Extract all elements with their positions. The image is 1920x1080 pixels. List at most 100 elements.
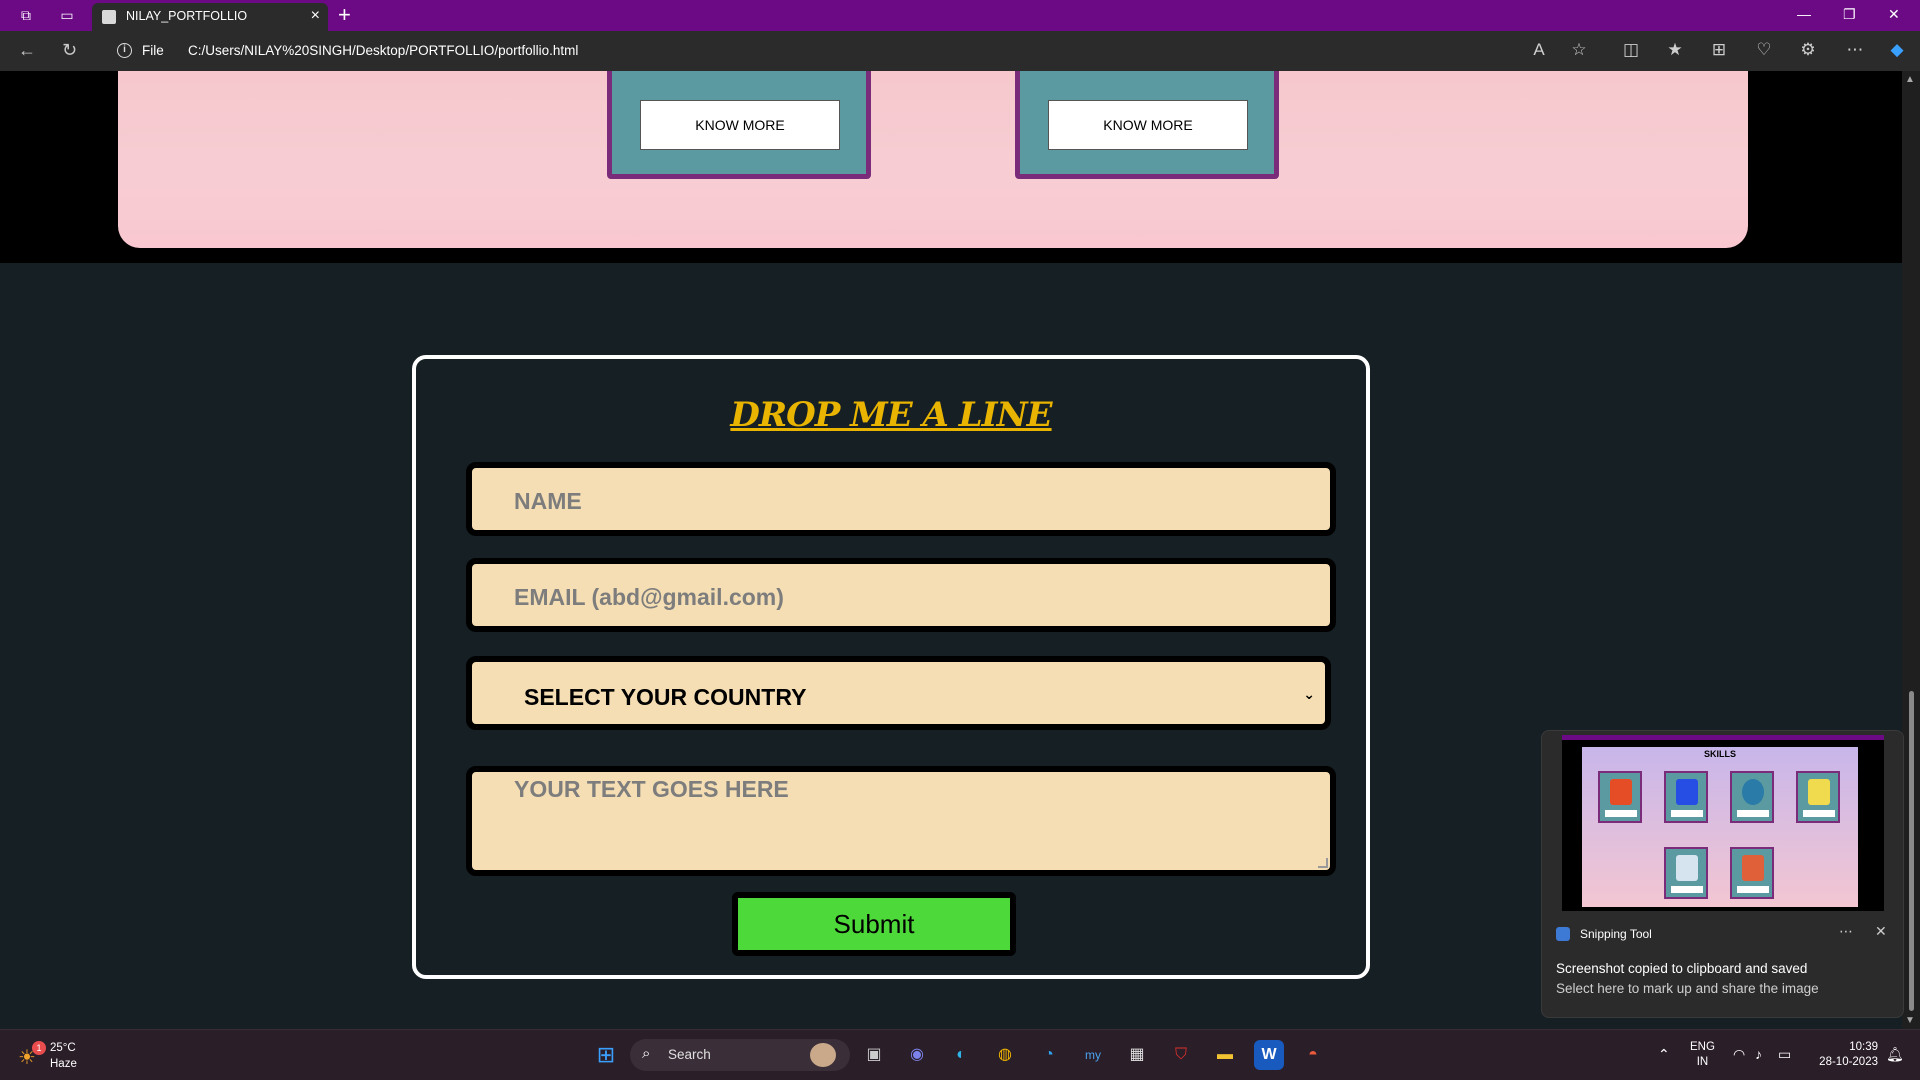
task-view-icon[interactable]: ▣ bbox=[859, 1040, 889, 1070]
lang-bottom: IN bbox=[1696, 1056, 1709, 1068]
browser-essentials-icon[interactable]: ♡ bbox=[1753, 40, 1775, 60]
notification-close-icon[interactable]: ✕ bbox=[1875, 923, 1887, 940]
tab-actions-icon[interactable]: ▭ bbox=[58, 7, 76, 23]
c-logo-icon bbox=[1676, 855, 1698, 881]
clock-date: 28-10-2023 bbox=[1819, 1056, 1878, 1068]
scroll-up-icon[interactable]: ▲ bbox=[1905, 74, 1915, 85]
notification-title: Screenshot copied to clipboard and saved bbox=[1556, 961, 1808, 976]
message-textarea[interactable]: YOUR TEXT GOES HERE bbox=[466, 766, 1336, 876]
submit-button[interactable]: Submit bbox=[732, 892, 1016, 956]
volume-icon[interactable]: ♪ bbox=[1755, 1046, 1762, 1062]
tool-logo-icon bbox=[1742, 779, 1764, 805]
workspaces-icon[interactable]: ⧉ bbox=[17, 7, 35, 23]
search-highlight-icon bbox=[810, 1043, 836, 1067]
page-favicon-icon bbox=[102, 10, 116, 24]
collections-icon[interactable]: ⊞ bbox=[1708, 40, 1730, 60]
preview-button bbox=[1605, 810, 1637, 817]
preview-tabbar bbox=[1562, 735, 1884, 740]
address-bar[interactable]: i File C:/Users/NILAY%20SINGH/Desktop/PO… bbox=[110, 36, 1600, 66]
search-label: Search bbox=[668, 1047, 711, 1062]
js-logo-icon bbox=[1808, 779, 1830, 805]
message-placeholder: YOUR TEXT GOES HERE bbox=[514, 776, 789, 802]
chrome-icon[interactable]: ◍ bbox=[990, 1040, 1020, 1070]
country-selected-value: SELECT YOUR COUNTRY bbox=[524, 684, 807, 710]
email-placeholder: EMAIL (abd@gmail.com) bbox=[514, 584, 784, 610]
preview-skill-card bbox=[1664, 771, 1708, 823]
chrome-canary-icon[interactable]: ◓ bbox=[1298, 1040, 1328, 1070]
favorites-icon[interactable]: ★ bbox=[1664, 40, 1686, 60]
java-logo-icon bbox=[1742, 855, 1764, 881]
preview-button bbox=[1803, 810, 1835, 817]
language-indicator[interactable]: ENG IN bbox=[1690, 1040, 1715, 1070]
copilot-icon[interactable]: ◆ bbox=[1886, 40, 1908, 60]
mcafee-icon[interactable]: my bbox=[1078, 1040, 1108, 1070]
scrollbar-thumb[interactable] bbox=[1909, 691, 1914, 1011]
split-screen-icon[interactable]: ◫ bbox=[1620, 40, 1642, 60]
preview-skill-card bbox=[1730, 771, 1774, 823]
minimize-icon[interactable]: — bbox=[1797, 6, 1811, 22]
word-icon[interactable]: W bbox=[1254, 1040, 1284, 1070]
email-input[interactable]: EMAIL (abd@gmail.com) bbox=[466, 558, 1336, 632]
more-options-icon[interactable]: ⋯ bbox=[1844, 40, 1866, 60]
windows-taskbar: ☀ 1 25°C Haze ⊞ ⌕ Search ▣ ◉ ◐ ◍ ◔ my ▦ … bbox=[0, 1029, 1920, 1080]
read-aloud-icon[interactable]: A bbox=[1528, 40, 1550, 60]
battery-icon[interactable]: ▭ bbox=[1778, 1046, 1791, 1063]
taskbar-search[interactable]: ⌕ Search bbox=[630, 1039, 850, 1071]
back-icon[interactable]: ← bbox=[18, 40, 36, 60]
notification-app-name: Snipping Tool bbox=[1580, 927, 1652, 941]
start-icon[interactable]: ⊞ bbox=[591, 1040, 621, 1070]
name-placeholder: NAME bbox=[514, 488, 582, 514]
page-scrollbar[interactable]: ▲ ▼ bbox=[1902, 71, 1920, 1029]
address-url[interactable]: C:/Users/NILAY%20SINGH/Desktop/PORTFOLLI… bbox=[188, 43, 578, 58]
favorite-star-icon[interactable]: ☆ bbox=[1568, 40, 1590, 60]
extensions-icon[interactable]: ⚙ bbox=[1797, 40, 1819, 60]
browser-tab-active[interactable]: NILAY_PORTFOLLIO × bbox=[92, 3, 328, 31]
window-close-icon[interactable]: ✕ bbox=[1888, 6, 1900, 23]
teams-icon[interactable]: ◉ bbox=[902, 1040, 932, 1070]
preview-skill-card bbox=[1598, 771, 1642, 823]
store-icon[interactable]: ▦ bbox=[1122, 1040, 1152, 1070]
css-logo-icon bbox=[1676, 779, 1698, 805]
wifi-icon[interactable]: ◠ bbox=[1733, 1046, 1745, 1063]
browser-tab-bar: ⧉ ▭ NILAY_PORTFOLLIO × + — ❐ ✕ bbox=[0, 0, 1920, 31]
notification-bell-icon[interactable]: 🔔︎ bbox=[1886, 1046, 1904, 1063]
know-more-button[interactable]: KNOW MORE bbox=[1048, 100, 1248, 150]
file-explorer-icon[interactable]: ▬ bbox=[1210, 1040, 1240, 1070]
clock-time: 10:39 bbox=[1849, 1041, 1878, 1053]
security-icon[interactable]: ⛉ bbox=[1166, 1040, 1196, 1070]
preview-button bbox=[1737, 886, 1769, 893]
edge-icon[interactable]: ◐ bbox=[946, 1040, 976, 1070]
preview-skill-card bbox=[1730, 847, 1774, 899]
country-select[interactable]: SELECT YOUR COUNTRY ⌄ bbox=[466, 656, 1331, 730]
more-options-icon[interactable]: ⋯ bbox=[1839, 923, 1853, 940]
skill-card: KNOW MORE bbox=[607, 71, 871, 179]
refresh-icon[interactable]: ↻ bbox=[62, 40, 77, 60]
weather-badge: 1 bbox=[32, 1041, 46, 1055]
resize-handle-icon[interactable] bbox=[1318, 858, 1328, 868]
snipping-tool-icon bbox=[1556, 927, 1570, 941]
site-info-icon[interactable]: i bbox=[117, 43, 132, 58]
clock[interactable]: 10:39 28-10-2023 bbox=[1812, 1040, 1878, 1070]
snipping-tool-notification[interactable]: SKILLS Snipping Tool ⋯ ✕ Screenshot copi… bbox=[1541, 730, 1904, 1018]
app-icon[interactable]: ◔ bbox=[1034, 1040, 1064, 1070]
search-icon: ⌕ bbox=[642, 1045, 651, 1062]
tab-title: NILAY_PORTFOLLIO bbox=[126, 9, 248, 23]
weather-temperature: 25°C bbox=[50, 1042, 76, 1054]
lang-top: ENG bbox=[1690, 1041, 1715, 1053]
preview-skills-panel: SKILLS bbox=[1582, 747, 1858, 907]
tab-close-icon[interactable]: × bbox=[311, 7, 320, 25]
preview-title: SKILLS bbox=[1703, 749, 1736, 759]
new-tab-icon[interactable]: + bbox=[338, 3, 351, 27]
preview-button bbox=[1671, 886, 1703, 893]
html-logo-icon bbox=[1610, 779, 1632, 805]
preview-button bbox=[1737, 810, 1769, 817]
skills-panel: KNOW MORE KNOW MORE bbox=[118, 71, 1748, 248]
restore-icon[interactable]: ❐ bbox=[1843, 6, 1856, 23]
scroll-down-icon[interactable]: ▼ bbox=[1905, 1015, 1915, 1026]
preview-button bbox=[1671, 810, 1703, 817]
screenshot-preview[interactable]: SKILLS bbox=[1562, 735, 1884, 911]
name-input[interactable]: NAME bbox=[466, 462, 1336, 536]
preview-skill-card bbox=[1796, 771, 1840, 823]
know-more-button[interactable]: KNOW MORE bbox=[640, 100, 840, 150]
chevron-up-icon[interactable]: ⌃ bbox=[1658, 1046, 1670, 1063]
